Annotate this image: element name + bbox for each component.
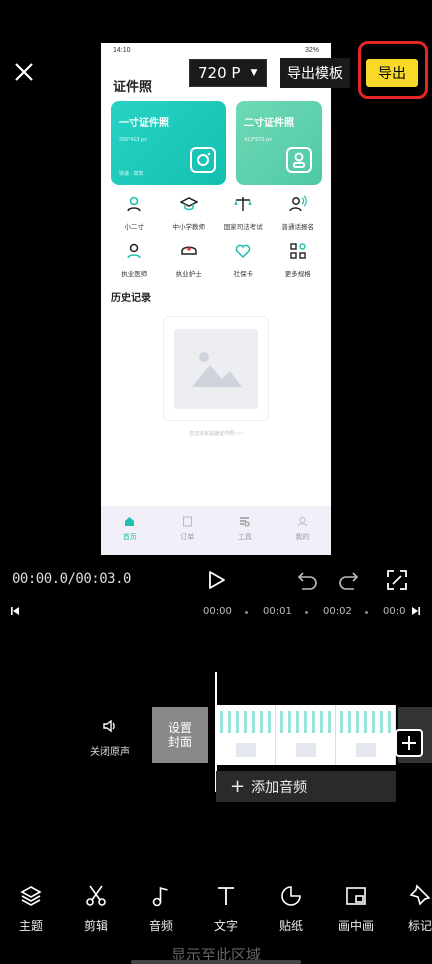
export-button[interactable]: 导出 xyxy=(366,59,418,87)
add-clip-button[interactable] xyxy=(395,729,423,757)
card-two-inch: 二寸证件照 413*579 px xyxy=(236,101,322,185)
chevron-down-icon: ▼ xyxy=(250,68,258,78)
portrait-icon xyxy=(286,147,312,173)
sticker-icon xyxy=(281,886,301,906)
picture-in-picture-icon xyxy=(346,887,366,905)
camera-icon xyxy=(190,147,216,173)
grid-item: 国家司法考试 xyxy=(216,195,271,231)
layers-icon xyxy=(20,886,42,906)
redo-button[interactable] xyxy=(335,567,361,593)
add-audio-label: 添加音频 xyxy=(251,779,308,796)
doctor-icon xyxy=(127,243,142,259)
card-title: 一寸证件照 xyxy=(119,118,169,129)
card-one-inch: 一寸证件照 295*413 px 快速 · 高效 xyxy=(111,101,226,185)
grid-item: 普通话报名 xyxy=(271,195,326,231)
clip-frame xyxy=(216,705,276,765)
status-time: 14:10 xyxy=(113,47,131,54)
close-button[interactable] xyxy=(10,58,38,86)
clip-frame xyxy=(336,705,396,765)
video-clip[interactable] xyxy=(216,705,396,765)
plus-icon xyxy=(402,736,416,750)
clip-frame xyxy=(276,705,336,765)
fullscreen-button[interactable] xyxy=(384,567,410,593)
grid-item: 更多规格 xyxy=(271,242,326,278)
pin-icon xyxy=(409,884,431,906)
scissors-icon xyxy=(86,885,106,906)
video-preview: 14:10 32% 证件照 一寸证件照 295*413 px 快速 · 高效 二… xyxy=(101,43,331,555)
card-footer: 快速 · 高效 xyxy=(119,171,144,177)
tool-mark[interactable]: 标记 xyxy=(396,884,432,934)
app-title: 证件照 xyxy=(113,79,153,94)
fullscreen-icon xyxy=(387,570,407,590)
bottom-toolbar: 主题 剪辑 音频 文字 贴纸 画中画 标记 xyxy=(0,884,432,934)
heart-hand-icon xyxy=(235,244,251,259)
close-icon xyxy=(15,63,33,81)
add-audio-button[interactable]: + 添加音频 xyxy=(216,771,396,802)
order-icon xyxy=(182,516,192,527)
grid-more-icon xyxy=(290,243,306,259)
export-template-button[interactable]: 导出模板 xyxy=(280,58,350,88)
tool-cut[interactable]: 剪辑 xyxy=(71,884,121,934)
skip-end-icon xyxy=(412,607,420,615)
speaker-icon xyxy=(103,719,115,733)
home-icon xyxy=(125,517,135,526)
mute-label: 关闭原声 xyxy=(90,747,130,758)
top-bar xyxy=(0,0,432,44)
grid-item: 执业医师 xyxy=(107,242,162,278)
speaking-person-icon xyxy=(289,195,307,212)
grid-item: 社保卡 xyxy=(216,242,271,278)
play-button[interactable] xyxy=(203,567,229,593)
scales-icon xyxy=(234,197,252,211)
history-title: 历史记录 xyxy=(111,293,151,304)
user-icon xyxy=(297,517,308,527)
set-cover-button[interactable]: 设置 封面 xyxy=(152,707,208,763)
music-note-icon xyxy=(152,886,168,907)
tool-sticker[interactable]: 贴纸 xyxy=(266,884,316,934)
tab-mine: 我的 xyxy=(274,506,332,555)
play-icon xyxy=(209,571,225,589)
empty-text: 您还没有拍摄证件照~~~ xyxy=(189,431,243,437)
tool-text[interactable]: 文字 xyxy=(201,884,251,934)
graduation-cap-icon xyxy=(179,197,199,211)
card-size: 413*579 px xyxy=(244,137,272,143)
mute-original-button[interactable]: 关闭原声 xyxy=(86,717,134,758)
timeline-ruler: 00:00 00:01 00:02 00:0 xyxy=(0,603,432,621)
resolution-select[interactable]: 720 P ▼ xyxy=(189,59,267,87)
tab-orders: 订单 xyxy=(159,506,217,555)
undo-button[interactable] xyxy=(295,567,321,593)
undo-icon xyxy=(297,572,317,590)
nurse-cap-icon xyxy=(181,246,197,255)
text-icon xyxy=(218,887,234,905)
card-title: 二寸证件照 xyxy=(244,118,294,129)
tool-theme[interactable]: 主题 xyxy=(6,884,56,934)
tool-audio[interactable]: 音频 xyxy=(136,884,186,934)
tab-home: 首页 xyxy=(101,506,159,555)
tool-pip[interactable]: 画中画 xyxy=(331,884,381,934)
home-indicator xyxy=(131,960,301,964)
grid-item: 中小学教师 xyxy=(162,195,217,231)
playback-time: 00:00.0/00:03.0 xyxy=(12,571,131,587)
empty-placeholder xyxy=(163,316,269,421)
image-placeholder-icon xyxy=(174,329,258,409)
resolution-value: 720 P xyxy=(198,64,241,82)
grid-item: 执业护士 xyxy=(162,242,217,278)
spec-grid: 小二寸 中小学教师 国家司法考试 普通话报名 执业医师 执业护士 社保卡 更多规… xyxy=(107,195,325,289)
skip-start-icon xyxy=(11,607,19,615)
person-icon xyxy=(127,196,142,212)
app-tabbar: 首页 订单 工具 我的 xyxy=(101,506,331,555)
redo-icon xyxy=(339,572,359,590)
card-size: 295*413 px xyxy=(119,137,147,143)
tools-icon xyxy=(240,517,250,527)
grid-item: 小二寸 xyxy=(107,195,162,231)
plus-icon: + xyxy=(230,776,246,797)
tab-tools: 工具 xyxy=(216,506,274,555)
status-bar: 14:10 32% xyxy=(101,43,331,59)
